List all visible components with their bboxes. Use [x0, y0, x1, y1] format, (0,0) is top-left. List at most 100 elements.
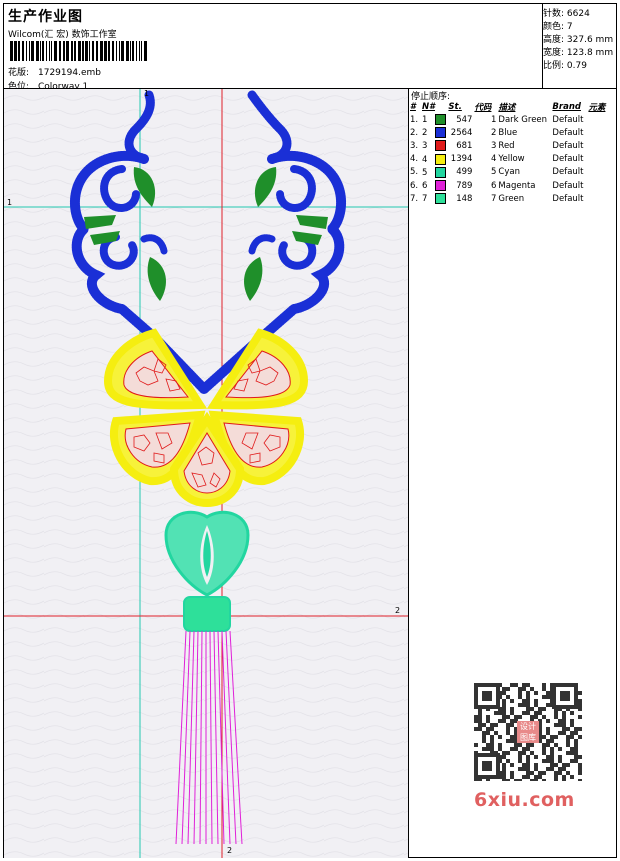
- needle-number: 7: [422, 194, 428, 205]
- row-desc: Yellow: [498, 154, 525, 165]
- row-index: 5.: [410, 167, 419, 178]
- row-code: 1: [491, 114, 497, 125]
- col-header-element: 元素: [588, 102, 606, 113]
- color-swatch: [435, 140, 447, 152]
- row-stitches: 547: [456, 114, 473, 125]
- file-label: 花版:: [8, 68, 30, 78]
- table-row: 3. 3 681 3 Red Default: [409, 139, 617, 152]
- col-header-desc: 描述: [498, 102, 516, 113]
- color-swatch: [435, 127, 447, 139]
- row-desc: Dark Green: [498, 114, 548, 125]
- needle-number: 2: [422, 128, 428, 139]
- row-index: 4.: [410, 154, 419, 165]
- qr-code: 设计图库: [470, 681, 582, 783]
- design-canvas: 1 1 2 2: [4, 89, 408, 858]
- axis-mark-h2: 2: [395, 606, 401, 615]
- stat-height: 高度: 327.6 mm: [543, 35, 614, 45]
- row-needle: 1: [421, 113, 447, 126]
- row-code: 3: [491, 140, 497, 151]
- stat-scale: 比例: 0.79: [543, 61, 587, 71]
- row-index: 7.: [410, 193, 419, 204]
- row-brand: Default: [552, 193, 584, 204]
- color-swatch: [435, 180, 447, 192]
- row-element: [587, 126, 617, 139]
- col-header-needle: N#: [422, 101, 436, 112]
- row-needle: 7: [421, 192, 447, 205]
- row-index: 1.: [410, 114, 419, 125]
- row-stitches: 499: [456, 167, 473, 178]
- row-brand: Default: [552, 167, 584, 178]
- row-stitches: 148: [456, 193, 473, 204]
- page-title: 生产作业图: [8, 9, 83, 25]
- color-swatch: [435, 193, 447, 205]
- col-header-code: 代码: [474, 102, 492, 113]
- row-desc: Green: [498, 193, 525, 204]
- table-row: 4. 4 1394 4 Yellow Default: [409, 153, 617, 166]
- row-code: 5: [491, 167, 497, 178]
- stats-panel: 针数: 6624 颜色: 7 高度: 327.6 mm 宽度: 123.8 mm…: [542, 4, 617, 88]
- row-stitches: 681: [456, 140, 473, 151]
- studio-name: Wilcom(汇 宏) 数饰工作室: [8, 30, 117, 40]
- row-brand: Default: [552, 180, 584, 191]
- col-header-stitches: St.: [448, 101, 462, 112]
- row-needle: 3: [421, 139, 447, 152]
- table-header-row: # N# St. 代码 描述 Brand 元素: [409, 100, 617, 113]
- table-row: 7. 7 148 7 Green Default: [409, 192, 617, 205]
- row-stitches: 2564: [450, 127, 473, 138]
- table-row: 5. 5 499 5 Cyan Default: [409, 166, 617, 179]
- row-element: [587, 166, 617, 179]
- row-needle: 4: [421, 153, 447, 166]
- needle-number: 1: [422, 115, 428, 126]
- color-swatch: [435, 166, 447, 178]
- row-desc: Red: [498, 140, 515, 151]
- row-brand: Default: [552, 127, 584, 138]
- axis-mark-v1: 1: [144, 89, 150, 98]
- file-row: 花版: 1729194.emb: [8, 65, 101, 78]
- row-element: [587, 139, 617, 152]
- row-desc: Cyan: [498, 167, 520, 178]
- row-brand: Default: [552, 114, 584, 125]
- file-name: 1729194.emb: [38, 68, 101, 78]
- row-code: 2: [491, 127, 497, 138]
- qr-center-badge: 设计图库: [517, 721, 539, 743]
- row-element: [587, 179, 617, 192]
- row-element: [587, 113, 617, 126]
- stat-colors: 颜色: 7: [543, 22, 573, 32]
- table-row: 1. 1 547 1 Dark Green Default: [409, 113, 617, 126]
- row-element: [587, 153, 617, 166]
- col-header-index: #: [410, 101, 416, 112]
- row-code: 7: [491, 193, 497, 204]
- table-row: 6. 6 789 6 Magenta Default: [409, 179, 617, 192]
- col-header-brand: Brand: [552, 101, 581, 112]
- row-index: 6.: [410, 180, 419, 191]
- watermark-logo: 6xiu.com: [474, 789, 575, 811]
- row-stitches: 789: [456, 180, 473, 191]
- row-index: 3.: [410, 140, 419, 151]
- row-stitches: 1394: [450, 154, 473, 165]
- stop-sequence-table: # N# St. 代码 描述 Brand 元素 1. 1 547 1 Dark Gree…: [409, 100, 617, 205]
- color-swatch: [435, 114, 447, 126]
- row-desc: Magenta: [498, 180, 536, 191]
- stat-stitches: 针数: 6624: [543, 9, 590, 19]
- row-code: 4: [491, 154, 497, 165]
- row-brand: Default: [552, 140, 584, 151]
- header-info: 生产作业图 Wilcom(汇 宏) 数饰工作室 花版: 1729194.emb 色…: [4, 4, 542, 92]
- barcode-image: [10, 41, 147, 61]
- stop-rows: 1. 1 547 1 Dark Green Default 2. 2 2564 2 Blue Defa…: [409, 113, 617, 205]
- table-row: 2. 2 2564 2 Blue Default: [409, 126, 617, 139]
- stat-width: 宽度: 123.8 mm: [543, 48, 614, 58]
- row-needle: 5: [421, 166, 447, 179]
- row-element: [587, 192, 617, 205]
- row-needle: 2: [421, 126, 447, 139]
- needle-number: 4: [422, 154, 428, 165]
- axis-mark-v2: 2: [227, 846, 233, 855]
- row-desc: Blue: [498, 127, 518, 138]
- needle-number: 5: [422, 167, 428, 178]
- axis-mark-h1: 1: [7, 198, 13, 207]
- color-swatch: [435, 153, 447, 165]
- row-code: 6: [491, 180, 497, 191]
- embroidery-design: [4, 89, 408, 858]
- needle-number: 6: [422, 181, 428, 192]
- needle-number: 3: [422, 141, 428, 152]
- row-index: 2.: [410, 127, 419, 138]
